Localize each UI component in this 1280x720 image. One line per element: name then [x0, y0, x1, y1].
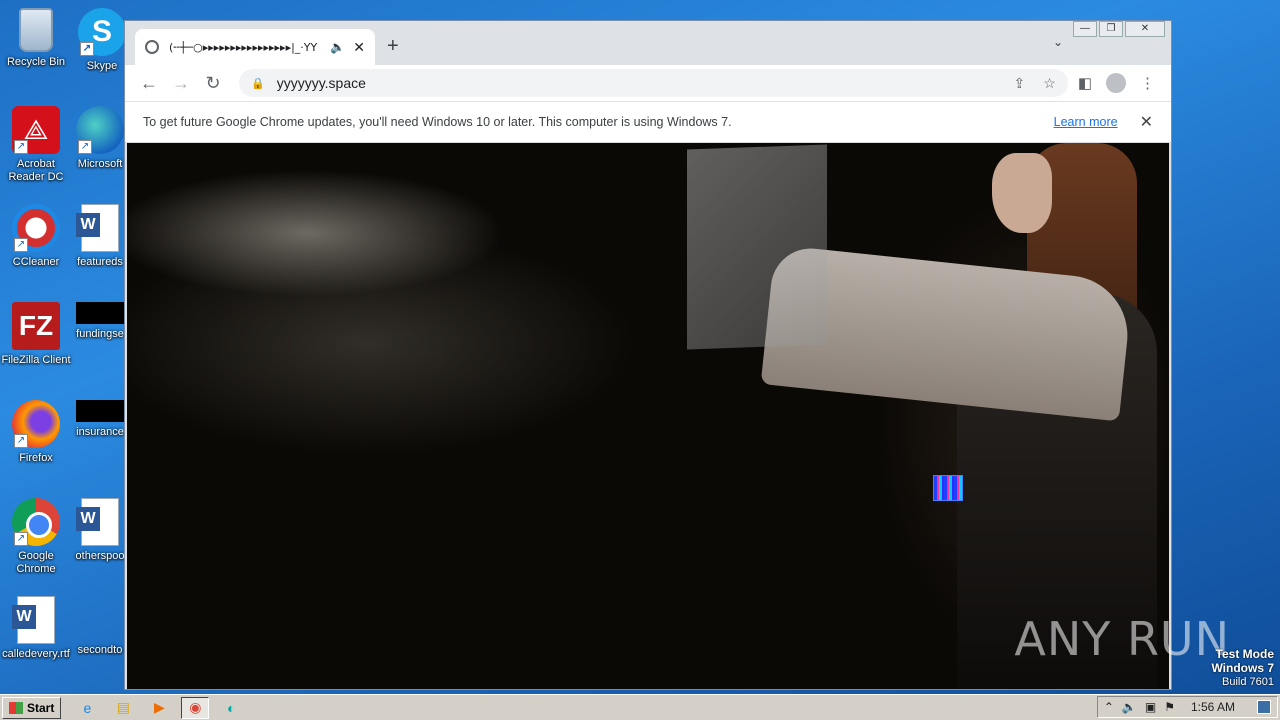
black-file-icon: [76, 400, 124, 422]
desktop-icon-label: secondto: [77, 644, 123, 656]
speaker-icon[interactable]: 🔈: [330, 40, 345, 54]
desktop-icon-calledevery[interactable]: calledevery.rtf: [0, 596, 74, 661]
desktop-icon-label: Google Chrome: [16, 550, 56, 575]
menu-kebab-icon[interactable]: ⋮: [1140, 74, 1155, 92]
clock[interactable]: 1:56 AM: [1191, 700, 1235, 714]
infobar-message: To get future Google Chrome updates, you…: [143, 115, 732, 129]
desktop-icon-featureds[interactable]: featureds: [72, 204, 128, 269]
tab-title: (╌┼─○▸▸▸▸▸▸▸▸▸▸▸▸▸▸▸▸|_·YY: [169, 40, 318, 54]
acrobat-icon: ⟁ ↗: [12, 106, 60, 154]
chrome-taskbar-icon[interactable]: ◉: [181, 696, 210, 719]
desktop-icon-secondto[interactable]: secondto: [72, 596, 128, 657]
desktop-icon-insurance[interactable]: insurance: [72, 400, 128, 439]
anyrun-watermark: ANY RUN: [1014, 612, 1230, 666]
learn-more-link[interactable]: Learn more: [1054, 115, 1118, 129]
desktop-icon-label: fundingse: [76, 328, 124, 340]
side-panel-icon[interactable]: ◧: [1078, 74, 1092, 92]
desktop-icon-label: FileZilla Client: [1, 354, 71, 366]
filezilla-icon: FZ: [12, 302, 60, 350]
black-file-icon: [76, 302, 124, 324]
ccleaner-icon: ↗: [12, 204, 60, 252]
edge-icon: ↗: [76, 106, 124, 154]
globe-icon: [145, 40, 159, 54]
show-desktop-button[interactable]: [1257, 700, 1271, 714]
desktop-icon-otherspoo[interactable]: otherspoo: [72, 498, 128, 563]
media-player-icon[interactable]: ▶: [145, 697, 173, 719]
skype-icon: S ↗: [78, 8, 126, 56]
network-icon[interactable]: ▣: [1145, 700, 1156, 714]
video-scene: [992, 153, 1052, 233]
desktop-icon-label: insurance: [76, 426, 124, 438]
desktop-icon-acrobat[interactable]: ⟁ ↗ Acrobat Reader DC: [0, 106, 74, 184]
forward-button[interactable]: →: [165, 73, 197, 94]
reload-button[interactable]: ↻: [197, 73, 229, 94]
desktop-icon-label: calledevery.rtf: [2, 648, 70, 660]
desktop-icon-label: CCleaner: [12, 256, 60, 268]
word-doc-icon: [76, 204, 119, 252]
start-label: Start: [27, 700, 55, 715]
test-mode-text: Test Mode Windows 7 Build 7601: [1211, 647, 1274, 689]
recycle-bin-icon: [19, 8, 53, 52]
toolbar: ← → ↻ 🔒 yyyyyyy.space ⇪ ☆ ◧ ⋮: [125, 65, 1171, 101]
glass-pane: [687, 144, 827, 350]
mouse-cursor-icon: [933, 475, 963, 501]
desktop-icon-label: Recycle Bin: [6, 56, 66, 68]
desktop-icon-label: Skype: [86, 60, 118, 72]
system-tray: ⌃ 🔈 ▣ ⚑ 1:56 AM: [1096, 696, 1278, 718]
desktop-icon-label: otherspoo: [75, 550, 125, 562]
chrome-icon: ↗: [12, 498, 60, 546]
desktop-icon-ccleaner[interactable]: ↗ CCleaner: [0, 204, 74, 269]
word-doc-icon: [12, 596, 55, 644]
start-button[interactable]: Start: [2, 696, 62, 719]
windows-logo-icon: [9, 701, 23, 714]
bookmark-star-icon[interactable]: ☆: [1043, 75, 1056, 92]
test-mode-line: Build 7601: [1222, 676, 1274, 688]
desktop-icon-label: Acrobat Reader DC: [8, 158, 64, 183]
new-tab-button[interactable]: +: [387, 35, 399, 58]
address-bar[interactable]: 🔒 yyyyyyy.space ⇪ ☆: [239, 69, 1068, 97]
test-mode-line: Test Mode: [1215, 647, 1274, 661]
lock-icon[interactable]: 🔒: [251, 77, 265, 90]
action-center-flag-icon[interactable]: ⚑: [1164, 700, 1175, 714]
desktop-icon-fundingse[interactable]: fundingse: [72, 302, 128, 341]
volume-icon[interactable]: 🔈: [1122, 700, 1137, 714]
url-text[interactable]: yyyyyyy.space: [277, 75, 996, 91]
desktop-icon-edge[interactable]: ↗ Microsoft: [72, 106, 128, 171]
desktop-icon-recycle-bin[interactable]: Recycle Bin: [0, 8, 74, 69]
word-doc-icon: [76, 498, 119, 546]
taskbar: Start e ▤ ▶ ◉ ◐ ⌃ 🔈 ▣ ⚑ 1:56 AM: [0, 694, 1280, 720]
desktop-icon-label: featureds: [77, 256, 123, 268]
desktop-icon-label: Firefox: [19, 452, 53, 464]
chrome-window: — ❐ ✕ (╌┼─○▸▸▸▸▸▸▸▸▸▸▸▸▸▸▸▸|_·YY 🔈 ✕ + ⌄…: [124, 20, 1172, 690]
edge-taskbar-icon[interactable]: ◐: [217, 697, 245, 719]
desktop-icon-firefox[interactable]: ↗ Firefox: [0, 400, 74, 465]
profile-avatar-icon[interactable]: [1106, 73, 1126, 93]
tab-search-button[interactable]: ⌄: [1053, 35, 1063, 49]
share-icon[interactable]: ⇪: [1014, 75, 1026, 92]
firefox-icon: ↗: [12, 400, 60, 448]
tab-close-button[interactable]: ✕: [353, 39, 365, 56]
blank-file-icon: [76, 596, 124, 640]
tray-expand-icon[interactable]: ⌃: [1104, 700, 1114, 714]
infobar-close-button[interactable]: ✕: [1140, 112, 1153, 132]
desktop-icon-filezilla[interactable]: FZ FileZilla Client: [0, 302, 74, 367]
desktop-icon-label: Microsoft: [77, 158, 123, 170]
tab-active[interactable]: (╌┼─○▸▸▸▸▸▸▸▸▸▸▸▸▸▸▸▸|_·YY 🔈 ✕: [135, 29, 375, 65]
video-content[interactable]: [127, 143, 1169, 689]
explorer-icon[interactable]: ▤: [109, 697, 137, 719]
desktop-icon-skype[interactable]: S ↗ Skype: [72, 8, 132, 73]
test-mode-line: Windows 7: [1211, 661, 1274, 675]
ie-icon[interactable]: e: [73, 697, 101, 719]
desktop-icon-chrome[interactable]: ↗ Google Chrome: [0, 498, 74, 576]
back-button[interactable]: ←: [133, 73, 165, 94]
update-infobar: To get future Google Chrome updates, you…: [125, 101, 1171, 143]
tab-strip: (╌┼─○▸▸▸▸▸▸▸▸▸▸▸▸▸▸▸▸|_·YY 🔈 ✕ + ⌄: [125, 21, 1171, 65]
